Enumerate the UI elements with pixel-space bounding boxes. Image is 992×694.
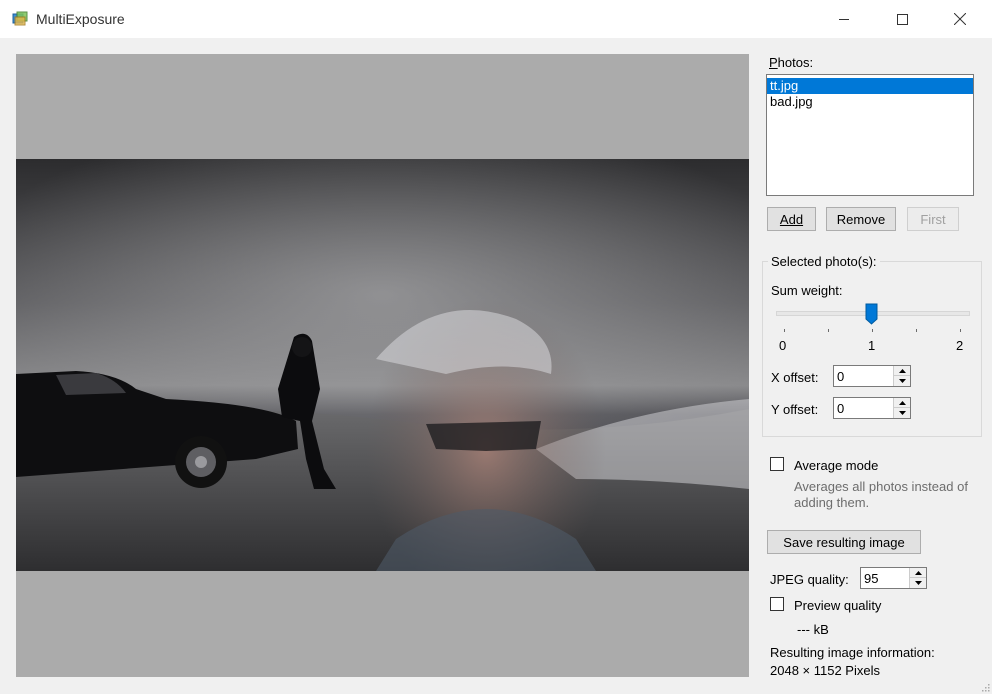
result-info-value: 2048 × 1152 Pixels (770, 663, 880, 678)
remove-button-label: Remove (836, 211, 886, 227)
first-button[interactable]: First (907, 207, 959, 231)
arrow-down-icon (914, 581, 922, 585)
photos-label: Photos: (769, 55, 814, 70)
group-title: Selected photo(s): (768, 254, 880, 269)
list-item[interactable]: bad.jpg (767, 94, 973, 110)
first-button-label: First (920, 211, 946, 227)
remove-button[interactable]: Remove (826, 207, 896, 231)
sum-weight-label: Sum weight: (771, 283, 843, 298)
save-button[interactable]: Save resulting image (767, 530, 921, 554)
title-bar: MultiExposure (0, 0, 992, 38)
minimize-button[interactable] (821, 0, 867, 38)
arrow-up-icon (898, 368, 906, 373)
x-offset-down-button[interactable] (894, 376, 910, 386)
close-icon (954, 13, 966, 25)
photos-label-rest: hotos: (777, 55, 814, 70)
slider-label-max: 2 (956, 338, 964, 353)
maximize-button[interactable] (879, 0, 925, 38)
minimize-icon (839, 19, 849, 20)
preview-image (16, 159, 749, 571)
slider-tick (784, 329, 785, 332)
jpeg-quality-value: 95 (864, 571, 879, 586)
slider-tick (916, 329, 917, 332)
list-item[interactable]: tt.jpg (767, 78, 973, 94)
jpeg-quality-label: JPEG quality: (770, 572, 849, 587)
arrow-up-icon (914, 570, 922, 575)
arrow-up-icon (898, 400, 906, 405)
x-offset-label: X offset: (771, 370, 819, 385)
resize-grip-icon[interactable] (980, 682, 990, 692)
y-offset-value: 0 (837, 401, 845, 416)
jpeg-quality-down-button[interactable] (910, 578, 926, 588)
slider-label-min: 0 (779, 338, 787, 353)
average-mode-label[interactable]: Average mode (794, 458, 878, 473)
slider-tick (872, 329, 873, 332)
slider-tick (828, 329, 829, 332)
average-mode-checkbox[interactable] (770, 457, 784, 471)
arrow-down-icon (898, 379, 906, 383)
slider-thumb[interactable] (865, 303, 878, 325)
app-icon (12, 11, 28, 26)
add-button-label: Add (779, 211, 804, 227)
slider-tick (960, 329, 961, 332)
maximize-icon (896, 13, 908, 25)
add-button[interactable]: Add (767, 207, 816, 231)
window-title: MultiExposure (36, 11, 125, 27)
average-mode-description: Averages all photos instead of adding th… (794, 479, 968, 510)
x-offset-up-button[interactable] (894, 366, 910, 376)
result-info-label: Resulting image information: (770, 645, 935, 660)
preview-quality-checkbox[interactable] (770, 597, 784, 611)
y-offset-up-button[interactable] (894, 398, 910, 408)
sum-weight-slider[interactable] (776, 303, 970, 325)
y-offset-spinner[interactable]: 0 (833, 397, 911, 419)
jpeg-quality-spinner[interactable]: 95 (860, 567, 927, 589)
y-offset-down-button[interactable] (894, 408, 910, 418)
preview-quality-label[interactable]: Preview quality (794, 598, 881, 613)
save-button-label: Save resulting image (783, 534, 905, 550)
y-offset-label: Y offset: (771, 402, 819, 417)
jpeg-quality-up-button[interactable] (910, 568, 926, 578)
file-size-text: --- kB (797, 622, 829, 637)
x-offset-spinner[interactable]: 0 (833, 365, 911, 387)
slider-label-mid: 1 (868, 338, 876, 353)
preview-canvas (16, 54, 749, 677)
arrow-down-icon (898, 411, 906, 415)
x-offset-value: 0 (837, 369, 845, 384)
photos-listbox[interactable]: tt.jpg bad.jpg (766, 74, 974, 196)
close-button[interactable] (937, 0, 983, 38)
